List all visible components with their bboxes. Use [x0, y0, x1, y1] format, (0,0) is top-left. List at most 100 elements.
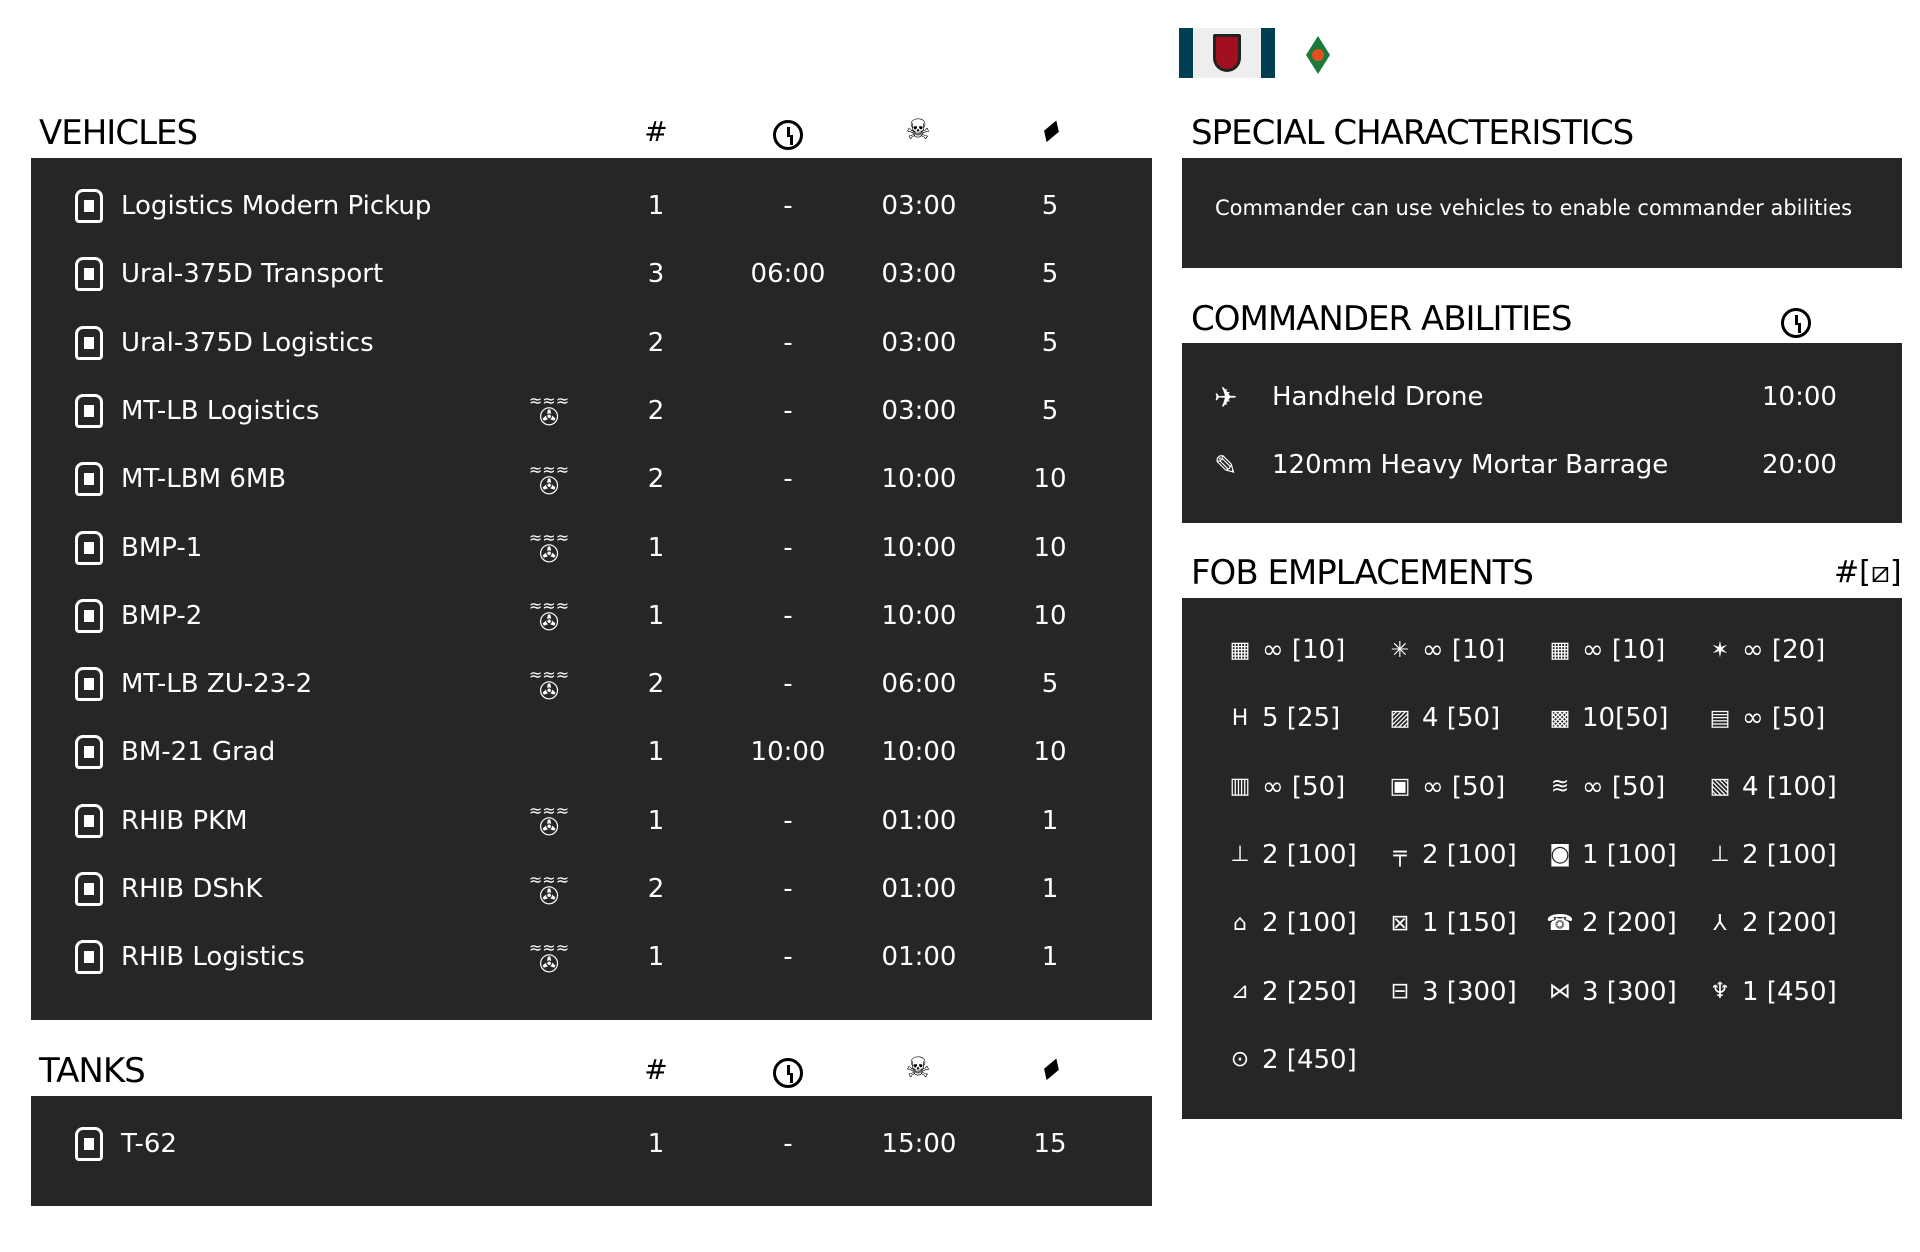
vehicle-respawn: 03:00: [881, 259, 957, 290]
camo-net-large-icon: ▩: [1549, 705, 1571, 731]
ability-row: ✎ 120mm Heavy Mortar Barrage 20:00: [1182, 431, 1902, 499]
fob-item-count: ∞ [20]: [1742, 635, 1826, 665]
vehicle-respawn: 03:00: [881, 327, 957, 358]
clock-icon: [768, 1055, 808, 1088]
bunker-icon: ◙: [1549, 842, 1571, 868]
fob-item-count: ∞ [10]: [1262, 635, 1346, 665]
fob-item: ⊠ 1 [150]: [1384, 903, 1517, 943]
vehicle-icon: [75, 940, 103, 975]
hesco-icon: ▤: [1709, 705, 1731, 731]
fob-item: ⊥ 2 [100]: [1224, 835, 1357, 875]
fob-item-count: ∞ [10]: [1582, 635, 1666, 665]
vehicle-delay: -: [783, 942, 793, 973]
fob-item: ▤ ∞ [50]: [1704, 698, 1826, 738]
tank-trap-icon: ✶: [1710, 637, 1730, 663]
razorwire-icon: ✳: [1390, 637, 1410, 663]
ticket-icon: ▰: [1031, 109, 1069, 150]
vehicle-respawn: 10:00: [881, 737, 957, 768]
vehicle-respawn: 10:00: [881, 532, 957, 563]
vehicle-tickets: 1: [1041, 805, 1059, 836]
fob-item: ▧ 4 [100]: [1704, 767, 1837, 807]
vehicle-row: RHIB Logistics ≈≈≈ ✇ 1 - 01:00 1: [31, 923, 1152, 991]
amphibious-icon: ≈≈≈ ✇: [528, 528, 570, 568]
fob-item: ▦ ∞ [10]: [1224, 630, 1346, 670]
ammo-icon: ⧄]: [1870, 555, 1902, 590]
fob-header-count: #[⧄]: [1834, 555, 1902, 590]
vehicle-name: T-62: [121, 1129, 177, 1159]
fob-item: ≋ ∞ [50]: [1544, 767, 1666, 807]
fob-item-count: ∞ [10]: [1422, 635, 1506, 665]
amphibious-icon: ≈≈≈ ✇: [528, 664, 570, 705]
fob-item-count: 2 [100]: [1262, 839, 1357, 870]
vehicle-respawn: 10:00: [881, 600, 957, 631]
fob-item-count: ∞ [50]: [1582, 771, 1666, 802]
amphibious-icon: ≈≈≈ ✇: [528, 459, 570, 500]
vehicle-delay: -: [783, 395, 793, 426]
fob-item: ▣ ∞ [50]: [1384, 767, 1506, 807]
vehicle-respawn: 06:00: [881, 669, 957, 700]
vehicle-tickets: 5: [1041, 669, 1059, 700]
fob-item: ⊙ 2 [450]: [1224, 1040, 1357, 1080]
count-header: #: [644, 115, 668, 148]
fob-title: FOB EMPLACEMENTS: [1191, 553, 1534, 593]
count-header: #: [644, 1053, 668, 1086]
vehicle-row: RHIB DShK ≈≈≈ ✇ 2 - 01:00 1: [31, 855, 1152, 923]
ticket-icon: ▰: [1031, 1047, 1069, 1088]
vehicle-tickets: 1: [1041, 942, 1059, 973]
fob-item: ⊟ 3 [300]: [1384, 972, 1517, 1012]
vehicle-name: MT-LBM 6MB: [121, 464, 287, 495]
commander-title: COMMANDER ABILITIES: [1191, 299, 1572, 339]
fob-item-count: 1 [150]: [1422, 908, 1517, 939]
fob-item-count: ∞ [50]: [1742, 703, 1826, 734]
ability-name: Handheld Drone: [1272, 382, 1484, 412]
fob-item-count: 4 [100]: [1742, 771, 1837, 802]
amphibious-icon: ≈≈≈ ✇: [528, 937, 570, 978]
vehicles-title: VEHICLES: [39, 113, 198, 153]
vehicle-delay: -: [783, 874, 793, 904]
vehicle-delay: -: [783, 1129, 793, 1159]
vehicle-delay: -: [783, 532, 793, 563]
vehicle-row: Ural-375D Logistics 2 - 03:00 5: [31, 309, 1152, 377]
vehicle-row: RHIB PKM ≈≈≈ ✇ 1 - 01:00 1: [31, 787, 1152, 855]
fob-item-count: 2 [450]: [1262, 1044, 1357, 1075]
ammo-crate-icon: ⊠: [1390, 910, 1410, 936]
vehicle-tickets: 15: [1033, 1129, 1067, 1159]
vehicle-tickets: 10: [1033, 737, 1067, 768]
hmg-icon: ⊥: [1710, 842, 1730, 868]
vehicle-respawn: 15:00: [881, 1129, 957, 1159]
fob-item-count: 2 [100]: [1422, 839, 1517, 870]
fob-item: ◙ 1 [100]: [1544, 835, 1676, 875]
vehicle-delay: 10:00: [750, 737, 826, 768]
vehicle-delay: -: [783, 327, 793, 358]
vehicle-name: Logistics Modern Pickup: [121, 191, 432, 221]
vehicle-icon: [75, 462, 103, 497]
aa-gun-icon: ⊿: [1230, 979, 1250, 1004]
fob-item: ⊿ 2 [250]: [1224, 972, 1357, 1012]
vehicle-count: 1: [647, 1129, 665, 1159]
faction-flag: [1179, 28, 1275, 78]
vehicle-icon: [75, 325, 103, 360]
fob-item: ✳ ∞ [10]: [1384, 630, 1506, 670]
fob-item: ╤ 2 [100]: [1384, 835, 1517, 875]
vehicle-delay: -: [783, 191, 793, 221]
amphibious-icon: ≈≈≈ ✇: [528, 596, 570, 637]
fob-item: ⊥ 2 [100]: [1704, 835, 1836, 875]
vehicle-count: 1: [647, 737, 665, 768]
vehicle-icon: [75, 598, 103, 633]
ability-cooldown: 10:00: [1762, 382, 1837, 412]
fob-item: ▨ 4 [50]: [1384, 698, 1501, 738]
vehicle-delay: -: [783, 464, 793, 495]
fob-item-count: 2 [200]: [1742, 908, 1837, 939]
watchtower-icon: ⌂: [1233, 910, 1247, 936]
fob-item-count: 3 [300]: [1582, 976, 1677, 1007]
vehicle-tickets: 10: [1033, 600, 1067, 631]
vehicle-respawn: 10:00: [881, 464, 957, 495]
tanks-panel: T-62 1 - 15:00 15: [31, 1096, 1152, 1206]
skull-icon: ☠: [905, 1051, 931, 1084]
vehicle-name: MT-LB ZU-23-2: [121, 669, 313, 700]
mortar-strike-icon: ✎: [1214, 448, 1238, 482]
tow-icon: ⋈: [1549, 979, 1571, 1004]
emplacement-icon: ⊟: [1390, 979, 1410, 1004]
vehicle-row: BMP-1 ≈≈≈ ✇ 1 - 10:00 10: [31, 514, 1152, 582]
vehicle-delay: -: [783, 669, 793, 700]
